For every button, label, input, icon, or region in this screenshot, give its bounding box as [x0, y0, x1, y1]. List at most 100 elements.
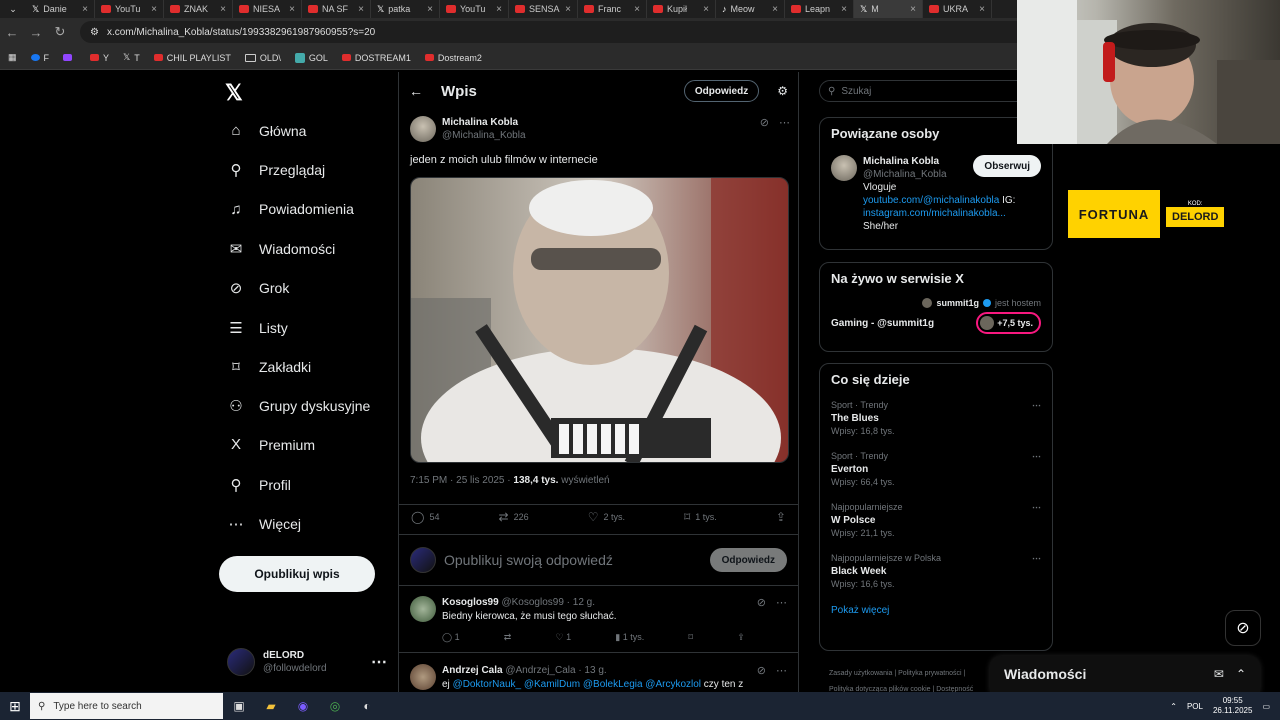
bookmark-item[interactable]: [63, 52, 76, 63]
settings-sliders-icon[interactable]: ⚙: [777, 84, 788, 98]
reply-action[interactable]: ◯ 54: [411, 510, 439, 524]
expand-icon[interactable]: ⌃: [1236, 667, 1246, 681]
bookmark-action[interactable]: ⌑ 1 tys.: [684, 510, 717, 524]
nav-item-zakładki[interactable]: ⌑ Zakładki: [227, 358, 311, 376]
clock[interactable]: 09:55 26.11.2025: [1213, 696, 1252, 716]
x-logo-icon[interactable]: 𝕏: [225, 80, 243, 106]
reply-item[interactable]: Kosoglos99 @Kosoglos99 · 12 g. Biedny ki…: [399, 588, 798, 653]
tab-close-icon[interactable]: ×: [703, 4, 709, 15]
more-options-icon[interactable]: ⋯: [1032, 501, 1041, 514]
site-info-icon[interactable]: ⚙: [90, 27, 99, 38]
repost-action[interactable]: ⇄: [504, 630, 512, 644]
back-icon[interactable]: ←: [0, 25, 24, 40]
live-card[interactable]: Na żywo w serwisie X summit1g jest hoste…: [819, 262, 1053, 352]
account-switcher[interactable]: dELORD @followdelord ⋯: [227, 648, 387, 676]
browser-tab[interactable]: 𝕏patka ×: [371, 0, 440, 18]
chrome-icon[interactable]: ◎: [319, 699, 351, 713]
browser-tab[interactable]: ♪ Meow ×: [716, 0, 785, 18]
messages-dock[interactable]: Wiadomości ✉ ⌃: [990, 656, 1260, 692]
reply-author-handle[interactable]: @Kosoglos99 · 12 g.: [501, 597, 595, 608]
avatar[interactable]: [410, 116, 436, 142]
nav-item-powiadomienia[interactable]: ♫ Powiadomienia: [227, 201, 354, 218]
reply-author-name[interactable]: Andrzej Cala: [442, 665, 503, 676]
show-more-link[interactable]: Pokaż więcej: [831, 605, 1041, 616]
bookmark-icon[interactable]: ⌑: [688, 630, 693, 644]
views-action[interactable]: ▮ 1 tys.: [615, 630, 644, 644]
related-name[interactable]: Michalina Kobla: [863, 155, 947, 168]
tab-close-icon[interactable]: ×: [496, 4, 502, 15]
more-options-icon[interactable]: ⋯: [1032, 552, 1041, 565]
reply-submit-button[interactable]: Odpowiedz: [709, 548, 787, 572]
browser-tab[interactable]: Leapn ×: [785, 0, 854, 18]
notifications-icon[interactable]: ▭: [1262, 702, 1270, 711]
grok-icon[interactable]: ⊘: [757, 596, 766, 609]
header-reply-button[interactable]: Odpowiedz: [683, 80, 760, 102]
forward-icon[interactable]: →: [24, 25, 48, 40]
share-icon[interactable]: ⇪: [737, 630, 745, 644]
tab-close-icon[interactable]: ×: [82, 4, 88, 15]
reply-input[interactable]: Opublikuj swoją odpowiedź: [444, 552, 702, 568]
grok-icon[interactable]: ⊘: [760, 116, 769, 129]
nav-item-premium[interactable]: X Premium: [227, 436, 315, 453]
post-video[interactable]: [410, 177, 789, 463]
nav-item-grok[interactable]: ⊘ Grok: [227, 279, 290, 297]
browser-tab[interactable]: Franc ×: [578, 0, 647, 18]
browser-tab[interactable]: UKRA ×: [923, 0, 992, 18]
grok-icon[interactable]: ⊘: [757, 664, 766, 677]
tab-close-icon[interactable]: ×: [841, 4, 847, 15]
browser-tab[interactable]: Kupił ×: [647, 0, 716, 18]
like-action[interactable]: ♡ 2 tys.: [588, 510, 625, 524]
bookmark-item[interactable]: F: [30, 52, 49, 63]
avatar[interactable]: [410, 596, 436, 622]
tab-close-icon[interactable]: ×: [910, 4, 916, 15]
trend-item[interactable]: Sport · Trendy The Blues Wpisy: 16,8 tys. ⋯: [831, 399, 1041, 438]
tab-search-icon[interactable]: ⌄: [0, 4, 26, 15]
task-view-icon[interactable]: ▣: [223, 699, 255, 713]
new-message-icon[interactable]: ✉: [1214, 667, 1224, 681]
browser-tab[interactable]: YouTu ×: [440, 0, 509, 18]
author-name[interactable]: Michalina Kobla: [442, 116, 526, 129]
bio-youtube-link[interactable]: youtube.com/@michalinakobla: [863, 195, 999, 206]
tab-close-icon[interactable]: ×: [979, 4, 985, 15]
trend-item[interactable]: Najpopularniejsze w Polska Black Week Wpis…: [831, 552, 1041, 591]
trend-item[interactable]: Najpopularniejsze W Polsce Wpisy: 21,1 tys…: [831, 501, 1041, 540]
tab-close-icon[interactable]: ×: [151, 4, 157, 15]
reply-item[interactable]: Andrzej Cala @Andrzej_Cala · 13 g. ej @D…: [399, 656, 798, 692]
nav-item-przeglądaj[interactable]: ⚲ Przeglądaj: [227, 161, 326, 179]
bookmark-item[interactable]: 𝕏T: [123, 52, 140, 63]
follow-button[interactable]: Obserwuj: [973, 155, 1041, 177]
more-options-icon[interactable]: ⋯: [776, 596, 787, 609]
tab-close-icon[interactable]: ×: [565, 4, 571, 15]
browser-tab[interactable]: NA SF ×: [302, 0, 371, 18]
bookmark-item[interactable]: DOSTREAM1: [341, 52, 411, 63]
tab-close-icon[interactable]: ×: [772, 4, 778, 15]
nav-item-główna[interactable]: ⌂ Główna: [227, 122, 306, 139]
reply-author-name[interactable]: Kosoglos99: [442, 597, 499, 608]
avatar[interactable]: [410, 664, 436, 690]
share-action[interactable]: ⇪: [776, 510, 786, 524]
nav-item-profil[interactable]: ⚲ Profil: [227, 476, 291, 494]
browser-tab[interactable]: NIESA ×: [233, 0, 302, 18]
tray-chevron-icon[interactable]: ⌃: [1170, 702, 1177, 711]
bookmark-item[interactable]: GOL: [294, 52, 328, 63]
reload-icon[interactable]: ↻: [48, 24, 72, 40]
nav-item-więcej[interactable]: ⋯ Więcej: [227, 515, 302, 533]
more-icon[interactable]: ⋯: [371, 652, 387, 672]
more-options-icon[interactable]: ⋯: [1032, 399, 1041, 412]
bookmark-item[interactable]: OLD\: [244, 52, 281, 63]
tab-close-icon[interactable]: ×: [220, 4, 226, 15]
tab-close-icon[interactable]: ×: [427, 4, 433, 15]
taskbar-search[interactable]: ⚲ Type here to search: [30, 693, 223, 719]
related-handle[interactable]: @Michalina_Kobla: [863, 168, 947, 181]
bookmark-item[interactable]: CHIL PLAYLIST: [153, 52, 231, 63]
obs-icon[interactable]: ◐: [351, 699, 383, 713]
more-options-icon[interactable]: ⋯: [779, 116, 790, 129]
tab-close-icon[interactable]: ×: [358, 4, 364, 15]
nav-item-wiadomości[interactable]: ✉ Wiadomości: [227, 240, 336, 258]
windows-start-icon[interactable]: ⊞: [0, 698, 30, 715]
repost-action[interactable]: ⇄ 226: [499, 510, 529, 524]
tab-close-icon[interactable]: ×: [289, 4, 295, 15]
browser-tab[interactable]: 𝕏 M ×: [854, 0, 923, 18]
tab-close-icon[interactable]: ×: [634, 4, 640, 15]
more-options-icon[interactable]: ⋯: [1032, 450, 1041, 463]
